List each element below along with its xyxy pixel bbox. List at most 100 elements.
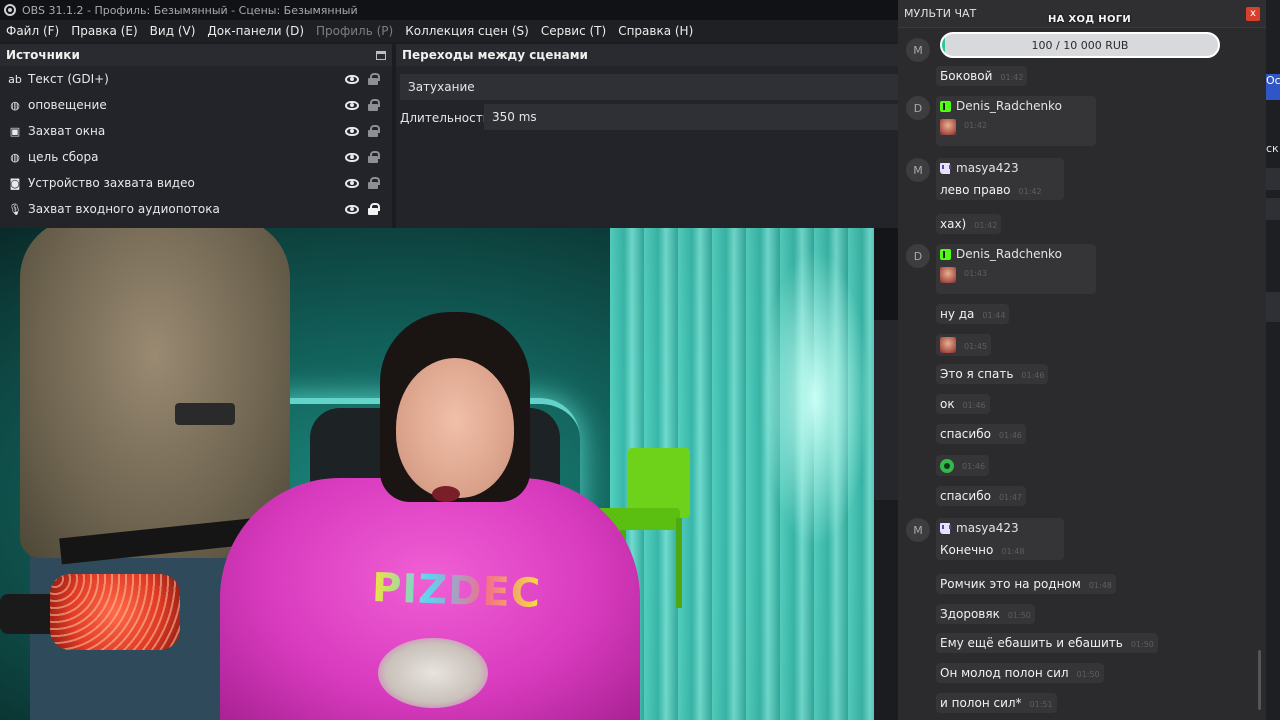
username: masya423: [940, 521, 1019, 535]
message-time: 01:50: [1130, 640, 1154, 649]
message-time: 01:47: [998, 493, 1022, 502]
duration-label: Длительность: [400, 111, 490, 125]
window-title: OBS 31.1.2 - Профиль: Безымянный - Сцены…: [22, 3, 358, 17]
username-text: Denis_Radchenko: [956, 247, 1062, 261]
menu-scene-collection[interactable]: Коллекция сцен (S): [399, 24, 535, 38]
kick-icon: [940, 100, 951, 112]
chat-message: Здоровяк 01:50: [936, 604, 1035, 624]
microphone: [0, 568, 200, 658]
message-text: Это я спать: [940, 367, 1014, 381]
menu-help[interactable]: Справка (H): [612, 24, 699, 38]
menu-view[interactable]: Вид (V): [144, 24, 202, 38]
chat-message: Он молод полон сил 01:50: [936, 663, 1104, 683]
username-text: masya423: [956, 161, 1019, 175]
message-text: хах): [940, 217, 967, 231]
transitions-dock-title: Переходы между сценами: [402, 48, 588, 62]
shirt-print-cat: [378, 638, 488, 708]
avatar: M: [906, 518, 930, 542]
start-button-partial[interactable]: Ос: [1266, 74, 1280, 100]
goal-progress-fill: [942, 34, 945, 56]
source-label: Текст (GDI+): [28, 72, 109, 86]
message-time: 01:42: [974, 221, 998, 230]
chat-message: Denis_Radchenko 01:43: [936, 244, 1096, 294]
menu-tools[interactable]: Сервис (T): [535, 24, 612, 38]
message-text: Он молод полон сил: [940, 666, 1069, 680]
avatar: M: [906, 38, 930, 62]
source-label: Устройство захвата видео: [28, 176, 195, 190]
menu-edit[interactable]: Правка (E): [65, 24, 143, 38]
source-item-goal[interactable]: ◍ цель сбора: [0, 144, 392, 170]
message-time: 01:42: [964, 121, 988, 130]
message-text: Ромчик это на родном: [940, 577, 1081, 591]
window-glow: [760, 248, 870, 548]
controls-button-partial[interactable]: [1266, 168, 1280, 190]
message-text: и полон сил*: [940, 696, 1022, 710]
source-item-audio-input[interactable]: 🎙 Захват входного аудиопотока: [0, 196, 392, 222]
emote-icon: [940, 266, 956, 283]
message-time: 01:44: [982, 311, 1006, 320]
unlock-icon[interactable]: [368, 151, 380, 163]
eye-icon[interactable]: [345, 126, 359, 136]
person-mouth: [432, 486, 460, 502]
phone: [175, 403, 235, 425]
emote-icon: [940, 458, 954, 473]
transition-select[interactable]: Затухание: [400, 74, 900, 100]
message-text: Здоровяк: [940, 607, 1000, 621]
username: Denis_Radchenko: [940, 99, 1062, 113]
shirt-print-text: PIZDEC: [371, 565, 542, 617]
source-item-text[interactable]: ab Текст (GDI+): [0, 66, 392, 92]
controls-button-partial[interactable]: [1266, 198, 1280, 220]
close-button[interactable]: x: [1246, 6, 1260, 21]
webcam-preview: PIZDEC: [0, 228, 874, 720]
chat-message: 01:46: [936, 455, 990, 476]
sources-dock-header: Источники: [0, 44, 392, 66]
message-time: 01:46: [962, 401, 986, 410]
chat-message: masya423 лево право 01:42: [936, 158, 1064, 200]
transitions-dock-header: Переходы между сценами: [396, 44, 900, 66]
source-item-alert[interactable]: ◍ оповещение: [0, 92, 392, 118]
unlock-icon[interactable]: [368, 73, 380, 85]
eye-icon[interactable]: [345, 100, 359, 110]
chat-message: ну да 01:44: [936, 304, 1010, 324]
source-item-video-capture[interactable]: ◙ Устройство захвата видео: [0, 170, 392, 196]
camera-icon: ◙: [9, 176, 21, 190]
message-time: 01:51: [1029, 700, 1053, 709]
eye-icon[interactable]: [345, 152, 359, 162]
obs-controls-strip: [1266, 0, 1280, 720]
dock-float-icon[interactable]: [376, 50, 386, 60]
twitch-icon: [940, 522, 951, 534]
controls-button-partial[interactable]: [1266, 292, 1280, 322]
chat-scrollbar[interactable]: [1258, 650, 1261, 710]
microphone-icon: 🎙: [8, 202, 22, 216]
unlock-icon[interactable]: [368, 125, 380, 137]
sources-dock-title: Источники: [6, 48, 80, 62]
message-text: лево право: [940, 182, 1011, 197]
goal-title: НА ХОД НОГИ: [1048, 14, 1132, 25]
menu-bar: Файл (F) Правка (E) Вид (V) Док-панели (…: [0, 20, 900, 42]
obs-logo-icon: [4, 4, 16, 16]
message-time: 01:46: [998, 431, 1022, 440]
chat-message: спасибо 01:46: [936, 424, 1026, 444]
goal-progress-bar: 100 / 10 000 RUB: [940, 32, 1220, 58]
chat-message: masya423 Конечно 01:48: [936, 518, 1064, 560]
message-text: спасибо: [940, 489, 991, 503]
username-text: Denis_Radchenko: [956, 99, 1062, 113]
lock-icon[interactable]: [368, 203, 380, 215]
preview-gap-panel: [874, 320, 898, 500]
menu-profile[interactable]: Профиль (P): [310, 24, 399, 38]
text-icon: ab: [8, 72, 22, 86]
chat-message: Это я спать 01:46: [936, 364, 1049, 384]
source-item-window-capture[interactable]: ▣ Захват окна: [0, 118, 392, 144]
unlock-icon[interactable]: [368, 99, 380, 111]
username: masya423: [940, 161, 1019, 175]
avatar: D: [906, 244, 930, 268]
eye-icon[interactable]: [345, 204, 359, 214]
message-time: 01:46: [1021, 371, 1045, 380]
menu-file[interactable]: Файл (F): [0, 24, 65, 38]
eye-icon[interactable]: [345, 178, 359, 188]
unlock-icon[interactable]: [368, 177, 380, 189]
duration-field[interactable]: 350 ms: [484, 104, 900, 130]
menu-docks[interactable]: Док-панели (D): [201, 24, 310, 38]
chat-message: Ему ещё ебашить и ебашить 01:50: [936, 633, 1158, 653]
eye-icon[interactable]: [345, 74, 359, 84]
